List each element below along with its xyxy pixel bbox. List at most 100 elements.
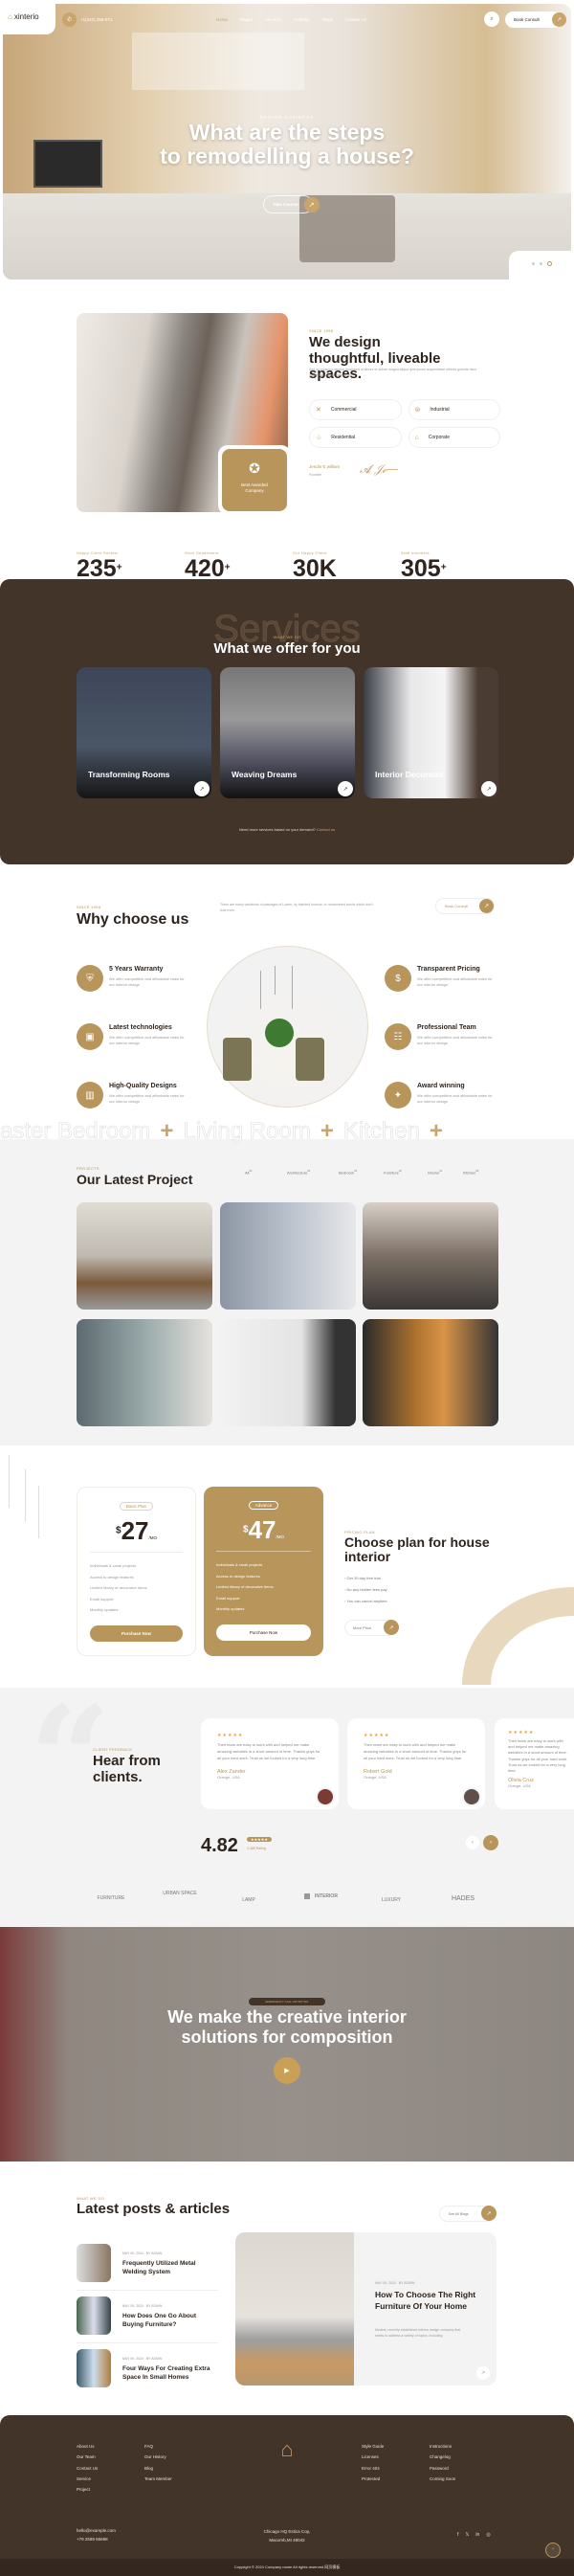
category-commercial[interactable]: ✕ Commercial [309,399,402,420]
blog-post[interactable]: MAY 09, 2024 BY ADMIN Four Ways For Creat… [77,2349,220,2392]
filter-kitchen[interactable]: Kitchen03 [463,1170,478,1175]
nav-portfolio[interactable]: Portfolio [294,17,310,22]
filter-furniture[interactable]: Furniture02 [384,1170,428,1175]
footer-link[interactable]: Project [77,2484,98,2495]
pricing-card-advance: Advance $47/MO Individuals & small proje… [204,1487,323,1656]
play-button[interactable]: ▶ [274,2057,300,2084]
testimonials-section: “ ★★★★★ Their team are easy to work with … [0,1688,574,1927]
service-card[interactable]: Weaving Dreams ↗ [220,667,355,798]
arrow-icon[interactable]: ↗ [338,781,353,796]
purchase-now-button[interactable]: Purchase Now [90,1624,183,1642]
filter-all[interactable]: All06 [245,1170,287,1175]
stat-staff: Staff members 305+ [401,550,447,582]
header-phone[interactable]: +1(310) 255-071 [80,17,112,22]
filter-architecture[interactable]: Architecture02 [287,1170,339,1175]
back-to-top-button[interactable]: ⌃ [545,2542,561,2558]
nav-home[interactable]: Home [216,17,228,22]
about-tag: SINCE 1998 [309,328,334,333]
footer-link[interactable]: Coming Soon [430,2474,455,2484]
brand-logo: URBAN SPACE [163,1891,197,1896]
stats-row: Happy Client Review 235+ Work Department 4… [77,550,497,583]
filter-bedroom[interactable]: Bedroom03 [339,1170,384,1175]
arrow-icon[interactable]: ↗ [481,781,497,796]
nav-services[interactable]: Services [265,17,281,22]
copyright-bar: Copyright © 2024 Company name All rights… [0,2559,574,2576]
footer-email[interactable]: hello@example.com [77,2526,116,2535]
blog-post[interactable]: MAY 09, 2024 BY ADMIN Frequently Utilized… [77,2244,220,2287]
project-image[interactable] [77,1319,212,1426]
footer-link[interactable]: Team Member [144,2474,172,2484]
services-tag: WHAT WE DO [273,635,301,639]
search-button[interactable]: ⌕ [484,11,499,27]
project-image[interactable] [363,1319,498,1426]
nav-contact[interactable]: Contact Us [345,17,366,22]
brand-logo: LUXURY [381,1897,402,1903]
prev-button[interactable]: ‹ [466,1836,479,1849]
footer: About Us Our Team Contact Us Service Project… [0,2415,574,2576]
nav-blogs[interactable]: Blogs [322,17,333,22]
pricing-icon: $ [385,965,411,992]
project-filters: All06 Architecture02 Bedroom03 Furniture… [245,1170,478,1175]
footer-link[interactable]: Style Guide [362,2441,384,2452]
footer-link[interactable]: Password [430,2463,455,2474]
check-icon: ▫ [344,1587,346,1592]
nav-pages[interactable]: Pages [240,17,253,22]
category-grid: ✕ Commercial ⊜ Industrial ♧ Residential ⌂ Co… [309,399,500,448]
footer-link[interactable]: Licenses [362,2452,384,2462]
footer-phone[interactable]: +79 2589 65698 [77,2535,116,2543]
arrow-icon[interactable]: ↗ [476,2366,490,2380]
services-title: What we offer for you [213,640,361,657]
filter-interior[interactable]: Interior01 [428,1170,463,1175]
project-image[interactable] [363,1202,498,1310]
footer-link[interactable]: Our History [144,2452,172,2462]
why-title: Why choose us [77,911,189,928]
footer-logo-icon[interactable]: ⌂ [276,2438,298,2461]
purchase-now-button[interactable]: Purchase Now [216,1624,311,1641]
footer-link[interactable]: Protected [362,2474,384,2484]
decorative-arc [462,1587,574,1685]
team-icon: ☷ [385,1023,411,1050]
category-industrial[interactable]: ⊜ Industrial [408,399,500,420]
service-card[interactable]: Interior Decorator ↗ [364,667,498,798]
featured-post[interactable]: MAY 09, 2024 BY ADMIN How To Choose The … [235,2232,497,2386]
take-course-button[interactable]: Take Course ↗ [263,195,320,213]
pricing-card-basic: Basic Plan $27/MO Individuals & small pr… [77,1487,196,1656]
why-circle-image [207,946,368,1108]
footer-link[interactable]: Our Team [77,2452,98,2462]
footer-link[interactable]: Service [77,2474,98,2484]
arrow-icon: ↗ [384,1620,399,1635]
category-residential[interactable]: ♧ Residential [309,427,402,448]
pricing-title: Choose plan for house interior [344,1534,490,1565]
service-card[interactable]: Transforming Rooms ↗ [77,667,211,798]
project-image[interactable] [77,1202,212,1310]
cta-title: We make the creative interior solutions f… [167,2007,407,2047]
x-icon[interactable]: 𝕏 [465,2532,469,2538]
plus-icon: + [429,1118,443,1144]
footer-link[interactable]: FAQ [144,2441,172,2452]
footer-link[interactable]: Error 404 [362,2463,384,2474]
slider-dots[interactable] [532,261,552,266]
project-image[interactable] [220,1202,356,1310]
logo[interactable]: ⌂ xinterio [8,12,39,21]
project-image[interactable] [220,1319,356,1426]
arrow-icon[interactable]: ↗ [194,781,210,796]
laurel-icon: ✪ [249,460,260,476]
footer-link[interactable]: Changelog [430,2452,455,2462]
tools-icon: ✕ [316,407,321,414]
instagram-icon[interactable]: ◎ [486,2532,490,2538]
chart-icon: ▥ [77,1082,103,1109]
hero-banner: DESIGN BUSINESS What are the steps to rem… [3,4,571,280]
linkedin-icon[interactable]: in [475,2532,479,2538]
blog-post[interactable]: MAY 09, 2024 BY ADMIN How Does One Go Abo… [77,2296,220,2340]
footer-link[interactable]: Instructions [430,2441,455,2452]
about-text: Sed do eiusmod tempor incididunt ut labo… [309,368,477,377]
rating-stars: ★★★★★ [247,1837,272,1842]
contact-us-link[interactable]: Contact us [317,827,335,832]
footer-link[interactable]: Blog [144,2463,172,2474]
next-button[interactable]: › [483,1835,498,1850]
facebook-icon[interactable]: f [457,2532,458,2538]
category-corporate[interactable]: ⌂ Corporate [408,427,500,448]
brand-logo: LAMP [242,1897,255,1903]
footer-link[interactable]: Contact Us [77,2463,98,2474]
footer-link[interactable]: About Us [77,2441,98,2452]
